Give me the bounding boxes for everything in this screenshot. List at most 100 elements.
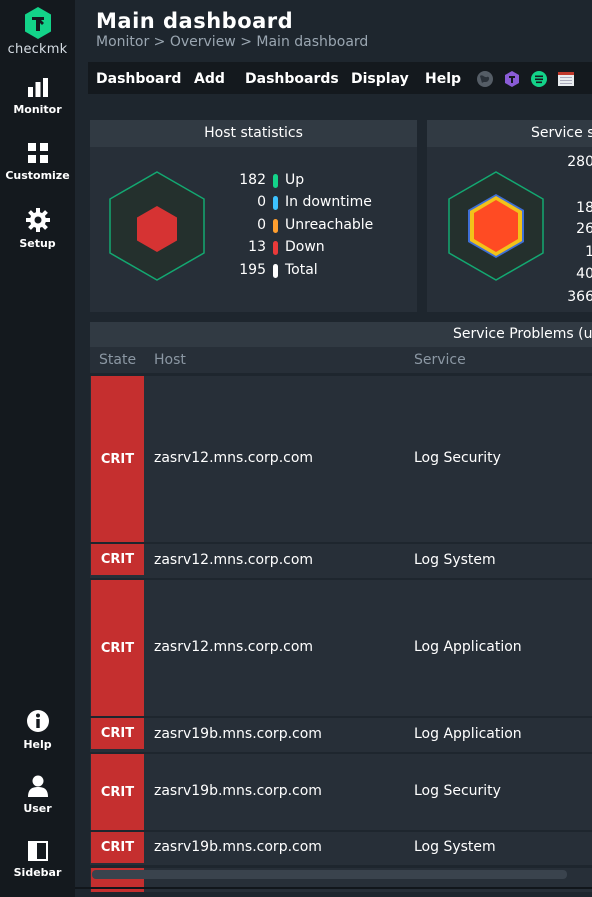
sidebar-icon	[27, 841, 48, 861]
table-row[interactable]: CRIT zasrv12.mns.corp.com Log Applicatio…	[90, 580, 592, 716]
column-host[interactable]: Host	[154, 352, 186, 368]
host-cell[interactable]: zasrv12.mns.corp.com	[154, 639, 313, 655]
svc-value-crit: 40	[576, 266, 592, 282]
table-row[interactable]: CRIT zasrv12.mns.corp.com Log Security	[90, 376, 592, 542]
monitor-icon	[27, 78, 48, 97]
svc-value-downtime: 18	[576, 200, 592, 216]
host-cell[interactable]: zasrv12.mns.corp.com	[154, 552, 313, 568]
stat-row-downtime[interactable]: 0 In downtime	[228, 194, 408, 212]
stat-downtime-label: In downtime	[285, 194, 372, 210]
total-dot-icon	[273, 264, 278, 278]
nav-customize[interactable]: Customize	[0, 142, 75, 182]
stat-down-label: Down	[285, 239, 325, 255]
svc-value-total: 366	[567, 289, 592, 305]
table-row[interactable]: CRIT zasrv12.mns.corp.com Log System	[90, 544, 592, 578]
table-row[interactable]: CRIT zasrv19b.mns.corp.com Log Applicati…	[90, 718, 592, 752]
globe-icon[interactable]	[476, 70, 494, 88]
menu-display[interactable]: Display	[351, 71, 409, 87]
page-header: Main dashboard Monitor > Overview > Main…	[75, 0, 592, 62]
service-cell[interactable]: Log System	[414, 839, 496, 855]
logo-text: checkmk	[7, 42, 68, 57]
user-icon	[27, 775, 48, 797]
nav-setup-label: Setup	[19, 237, 56, 250]
unreachable-dot-icon	[273, 219, 278, 233]
sidebar: checkmk Monitor Customize Setup Help Use…	[0, 0, 75, 897]
host-cell[interactable]: zasrv19b.mns.corp.com	[154, 783, 322, 799]
service-cell[interactable]: Log Security	[414, 450, 501, 466]
svc-value-ok: 280	[567, 154, 592, 170]
info-icon	[26, 710, 49, 732]
bottom-divider	[75, 887, 592, 889]
service-hexagon-chart[interactable]	[446, 170, 546, 282]
host-hexagon-chart[interactable]	[107, 170, 207, 282]
service-problems-title: Service Problems (un	[453, 326, 592, 342]
stat-down-value: 13	[248, 239, 266, 255]
state-badge[interactable]: CRIT	[91, 832, 144, 863]
nav-setup[interactable]: Setup	[0, 208, 75, 250]
table-header: State Host Service	[90, 347, 592, 373]
nav-monitor-label: Monitor	[13, 103, 62, 116]
host-cell[interactable]: zasrv12.mns.corp.com	[154, 450, 313, 466]
nav-help-label: Help	[23, 738, 52, 751]
column-service[interactable]: Service	[414, 352, 466, 368]
gear-icon	[25, 208, 50, 232]
state-badge[interactable]: CRIT	[91, 754, 144, 830]
state-badge[interactable]: CRIT	[91, 544, 144, 575]
breadcrumb[interactable]: Monitor > Overview > Main dashboard	[96, 34, 368, 50]
up-dot-icon	[273, 174, 278, 188]
menu-help[interactable]: Help	[425, 71, 461, 87]
nav-sidebar-label: Sidebar	[13, 866, 62, 879]
service-statistics-title-bar: Service s	[427, 120, 592, 147]
downtime-dot-icon	[273, 196, 278, 210]
nav-sidebar[interactable]: Sidebar	[0, 841, 75, 879]
checkmk-logo[interactable]: checkmk	[0, 6, 75, 57]
service-statistics-title: Service s	[531, 125, 592, 141]
menu-dashboards[interactable]: Dashboards	[245, 71, 339, 87]
down-dot-icon	[273, 241, 278, 255]
service-cell[interactable]: Log Application	[414, 726, 522, 742]
page-title: Main dashboard	[96, 9, 294, 33]
service-statistics-dashlet: Service s 280 18 26 1 40 366	[427, 120, 592, 312]
stat-up-label: Up	[285, 172, 305, 188]
svc-value-unknown: 1	[585, 244, 592, 260]
service-cell[interactable]: Log Security	[414, 783, 501, 799]
stat-up-value: 182	[239, 172, 266, 188]
window-icon[interactable]	[557, 70, 575, 88]
host-statistics-dashlet: Host statistics 182 Up 0 In downtime 0 U…	[90, 120, 417, 312]
horizontal-scrollbar[interactable]	[92, 870, 567, 879]
customize-icon	[27, 143, 48, 163]
stat-row-unreachable[interactable]: 0 Unreachable	[228, 217, 408, 235]
stat-row-down[interactable]: 13 Down	[228, 239, 408, 257]
svc-value-warn: 26	[576, 221, 592, 237]
menu-add[interactable]: Add	[194, 71, 225, 87]
service-cell[interactable]: Log System	[414, 552, 496, 568]
state-badge[interactable]: CRIT	[91, 580, 144, 716]
host-cell[interactable]: zasrv19b.mns.corp.com	[154, 839, 322, 855]
host-statistics-title: Host statistics	[90, 120, 417, 147]
table-row[interactable]: CRIT zasrv19b.mns.corp.com Log Security	[90, 754, 592, 830]
stat-total-value: 195	[239, 262, 266, 278]
nav-user[interactable]: User	[0, 775, 75, 815]
menu-dashboard[interactable]: Dashboard	[96, 71, 181, 87]
checkmk-hex-icon[interactable]	[503, 70, 521, 88]
menu-bar: Dashboard Add Dashboards Display Help	[88, 62, 592, 94]
stat-unreachable-value: 0	[257, 217, 266, 233]
host-cell[interactable]: zasrv19b.mns.corp.com	[154, 726, 322, 742]
service-cell[interactable]: Log Application	[414, 639, 522, 655]
stat-unreachable-label: Unreachable	[285, 217, 374, 233]
state-badge[interactable]: CRIT	[91, 376, 144, 542]
nav-user-label: User	[23, 802, 52, 815]
stat-row-total[interactable]: 195 Total	[228, 262, 408, 280]
service-problems-dashlet: Service Problems (un State Host Service …	[90, 322, 592, 892]
stat-row-up[interactable]: 182 Up	[228, 172, 408, 190]
list-circle-icon[interactable]	[530, 70, 548, 88]
stat-downtime-value: 0	[257, 194, 266, 210]
nav-help[interactable]: Help	[0, 709, 75, 751]
state-badge[interactable]: CRIT	[91, 718, 144, 749]
table-row[interactable]: CRIT zasrv19b.mns.corp.com Log System	[90, 832, 592, 865]
nav-monitor[interactable]: Monitor	[0, 78, 75, 116]
stat-total-label: Total	[285, 262, 318, 278]
column-state[interactable]: State	[99, 352, 136, 368]
service-problems-title-bar: Service Problems (un	[90, 322, 592, 347]
nav-customize-label: Customize	[5, 169, 70, 182]
